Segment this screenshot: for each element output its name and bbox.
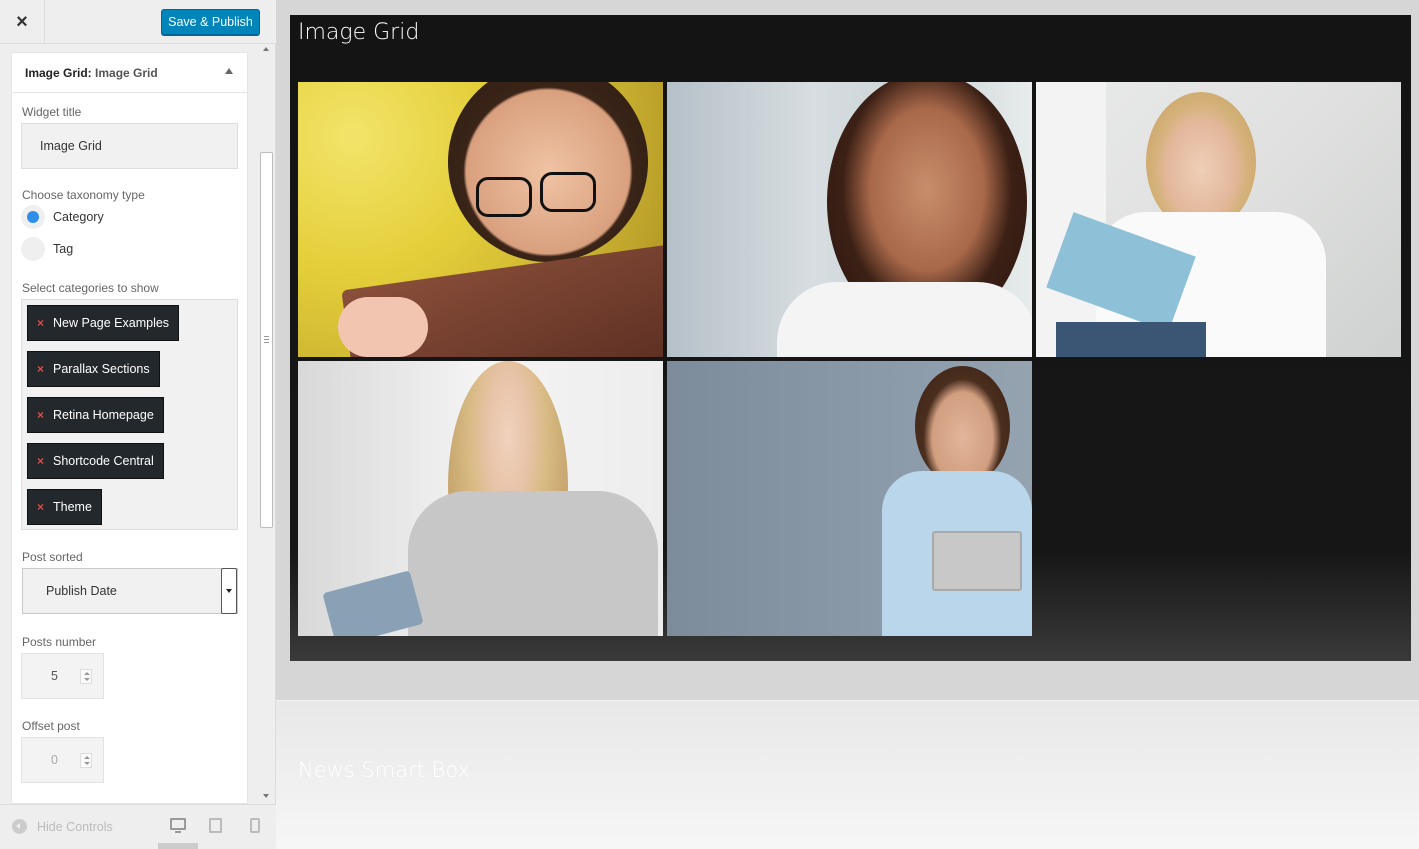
widget-title-input[interactable]: Image Grid — [21, 123, 238, 169]
sidebar-scrollbar[interactable] — [259, 44, 275, 804]
category-chip: × Theme — [27, 489, 102, 525]
posts-number-value: 5 — [51, 669, 58, 683]
scroll-up-icon[interactable] — [263, 47, 269, 51]
chip-label: Theme — [53, 500, 92, 514]
remove-chip-icon[interactable]: × — [37, 444, 44, 478]
save-publish-button[interactable]: Save & Publish — [161, 9, 260, 35]
collapse-arrow-icon[interactable] — [225, 68, 233, 74]
tablet-icon[interactable] — [209, 818, 222, 833]
widget-header-title: Image Grid: Image Grid — [25, 66, 158, 80]
chevron-down-icon[interactable] — [221, 568, 237, 614]
category-chip: × Retina Homepage — [27, 397, 164, 433]
scrollbar-thumb[interactable] — [260, 152, 273, 528]
taxonomy-option-category[interactable]: Category — [21, 205, 104, 229]
offset-value: 0 — [51, 753, 58, 767]
remove-chip-icon[interactable]: × — [37, 352, 44, 386]
site-preview: Image Grid News Smart Box — [276, 0, 1419, 849]
radio-category[interactable] — [21, 205, 45, 229]
blonde-woman-with-tablet-photo[interactable] — [298, 361, 663, 636]
customizer-sidebar: × Save & Publish Image Grid: Image Grid … — [0, 0, 276, 849]
hide-controls-button[interactable]: Hide Controls — [12, 819, 113, 834]
chip-label: New Page Examples — [53, 316, 170, 330]
category-chip: × Shortcode Central — [27, 443, 164, 479]
remove-chip-icon[interactable]: × — [37, 398, 44, 432]
number-stepper-icon[interactable] — [80, 753, 92, 768]
mobile-icon[interactable] — [250, 818, 260, 833]
sort-label: Post sorted — [22, 550, 83, 564]
remove-chip-icon[interactable]: × — [37, 306, 44, 340]
scroll-down-icon[interactable] — [263, 794, 269, 798]
hide-controls-label: Hide Controls — [37, 819, 113, 834]
chip-label: Shortcode Central — [53, 454, 154, 468]
man-holding-laptop-photo[interactable] — [667, 361, 1032, 636]
desktop-icon[interactable] — [170, 818, 186, 833]
grip-icon — [264, 336, 269, 343]
remove-chip-icon[interactable]: × — [37, 490, 44, 524]
image-grid-widget: Image Grid — [290, 15, 1411, 661]
taxonomy-option-tag[interactable]: Tag — [21, 237, 73, 261]
widget-header-name: Image Grid — [95, 66, 158, 80]
posts-number-input[interactable]: 5 — [21, 653, 104, 699]
category-chip: × New Page Examples — [27, 305, 180, 341]
close-icon[interactable]: × — [0, 0, 45, 44]
sort-select-value: Publish Date — [46, 584, 117, 598]
category-chip: × Parallax Sections — [27, 351, 160, 387]
news-section-title: News Smart Box — [298, 758, 470, 782]
chip-label: Retina Homepage — [53, 408, 154, 422]
widget-title-label: Widget title — [22, 105, 82, 119]
categories-label: Select categories to show — [22, 281, 159, 295]
radio-category-label: Category — [53, 210, 104, 224]
widget-panel: Image Grid: Image Grid Widget title Imag… — [11, 52, 248, 804]
widget-header[interactable]: Image Grid: Image Grid — [12, 53, 247, 93]
offset-label: Offset post — [22, 719, 80, 733]
taxonomy-label: Choose taxonomy type — [22, 188, 145, 202]
offset-input[interactable]: 0 — [21, 737, 104, 783]
sort-select[interactable]: Publish Date — [22, 568, 238, 614]
woman-reading-book-photo[interactable] — [1036, 82, 1401, 357]
woman-with-glasses-photo[interactable] — [298, 82, 663, 357]
active-device-indicator — [158, 843, 198, 849]
customizer-header: × Save & Publish — [0, 0, 276, 44]
collapse-left-icon — [12, 819, 27, 834]
news-section: News Smart Box — [276, 700, 1419, 849]
posts-number-label: Posts number — [22, 635, 97, 649]
smiling-woman-brown-hair-photo[interactable] — [667, 82, 1032, 357]
widget-header-prefix: Image Grid: — [25, 66, 92, 80]
radio-tag-label: Tag — [53, 242, 74, 256]
image-grid-title: Image Grid — [298, 20, 420, 45]
radio-tag[interactable] — [21, 237, 45, 261]
categories-multiselect[interactable]: × New Page Examples × Parallax Sections × R… — [21, 299, 238, 530]
chip-label: Parallax Sections — [53, 362, 150, 376]
customizer-footer: Hide Controls — [0, 804, 276, 849]
number-stepper-icon[interactable] — [80, 669, 92, 684]
